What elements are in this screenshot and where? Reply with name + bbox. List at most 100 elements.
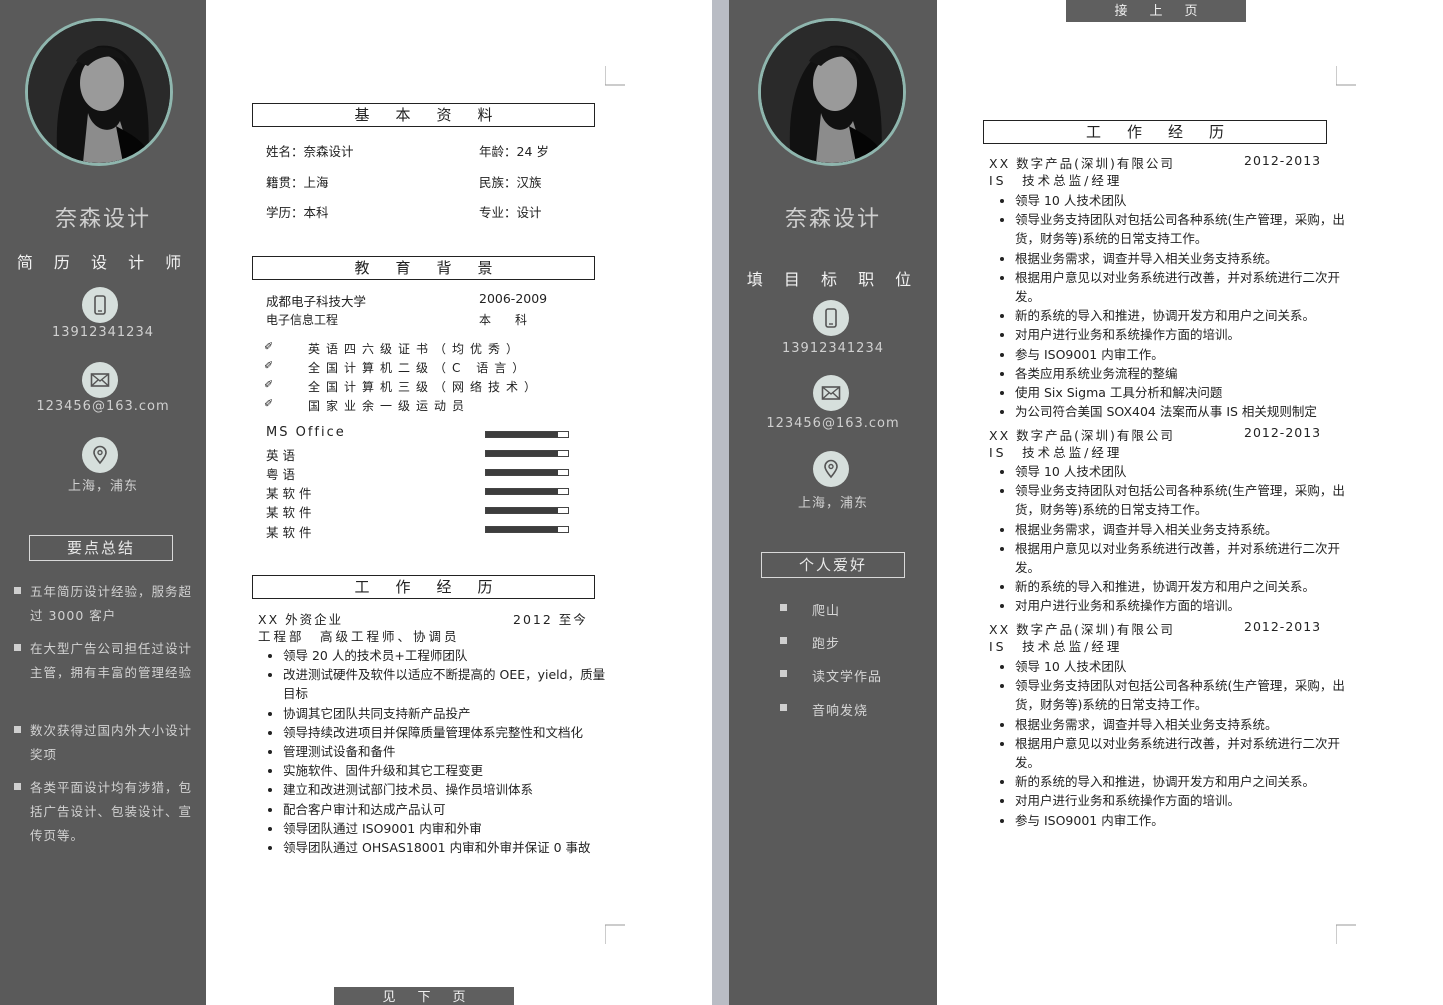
resume-page-2: 奈森设计 填 目 标 职 位 13912341234 123456@163.co…: [729, 0, 1443, 1005]
list-item: 根据业务需求，调查并导入相关业务支持系统。: [1015, 715, 1345, 734]
section-heading-basic: 基本资料: [252, 103, 595, 127]
hobby-heading: 个人爱好: [761, 552, 905, 578]
mail-icon: [82, 362, 118, 398]
summary-heading: 要点总结: [29, 535, 173, 561]
email-text: 123456@163.com: [36, 399, 170, 414]
hobby-item: 读文学作品: [812, 670, 883, 685]
info-name: 姓名：奈森设计: [266, 144, 354, 159]
location-pin-icon: [82, 437, 118, 473]
location-text: 上海，浦东: [67, 479, 138, 494]
section-heading-work: 工作经历: [983, 120, 1327, 144]
job-position: IS 技术总监/经理: [989, 173, 1123, 188]
list-item: 领导持续改进项目并保障质量管理体系完整性和文档化: [283, 723, 613, 742]
avatar: [25, 18, 173, 166]
margin-corner-mark: [1336, 66, 1356, 86]
cert-item: 国家业余一级运动员: [308, 399, 471, 413]
school-major: 电子信息工程: [266, 313, 339, 327]
list-item: 参与 ISO9001 内审工作。: [1015, 345, 1345, 364]
work-position: 工程部 高级工程师、协调员: [258, 629, 460, 644]
person-name: 奈森设计: [784, 207, 881, 232]
list-item: 对用户进行业务和系统操作方面的培训。: [1015, 791, 1345, 810]
skill-bar: [485, 431, 569, 438]
list-item: 建立和改进测试部门技术员、操作员培训体系: [283, 780, 613, 799]
list-item: 领导 10 人技术团队: [1015, 191, 1345, 210]
list-item: 领导 20 人的技术员+工程师团队: [283, 646, 613, 665]
phone-text: 13912341234: [52, 325, 154, 340]
hobby-item: 跑步: [812, 637, 841, 652]
phone-icon: [82, 287, 118, 323]
skill-bar: [485, 507, 569, 514]
section-heading-education: 教育背景: [252, 256, 595, 280]
cert-item: 英语四六级证书（均优秀）: [308, 342, 525, 356]
list-item: 领导 10 人技术团队: [1015, 657, 1345, 676]
job-duties: 领导 10 人技术团队 领导业务支持团队对包括公司各种系统(生产管理，采购，出货…: [995, 462, 1345, 616]
resume-page-1: 奈森设计 简 历 设 计 师 13912341234 123456@163.co…: [0, 0, 712, 1005]
work-duties: 领导 20 人的技术员+工程师团队 改进测试硬件及软件以适应不断提高的 OEE，…: [263, 646, 613, 857]
mail-icon: [813, 375, 849, 411]
bullet-square: [780, 704, 787, 711]
list-item: 配合客户审计和达成产品认可: [283, 800, 613, 819]
job-period: 2012-2013: [1244, 425, 1322, 440]
bullet-square: [780, 637, 787, 644]
info-education: 学历：本科: [266, 205, 329, 220]
list-item: 新的系统的导入和推进，协调开发方和用户之间关系。: [1015, 306, 1345, 325]
margin-corner-mark: [605, 66, 625, 86]
bullet-square: [780, 670, 787, 677]
list-item: 根据用户意见以对业务系统进行改善，并对系统进行二次开发。: [1015, 539, 1345, 577]
summary-item: 各类平面设计均有涉猎，包括广告设计、包装设计、宣传页等。: [30, 780, 193, 843]
list-item: 使用 Six Sigma 工具分析和解决问题: [1015, 383, 1345, 402]
list-item: 领导团队通过 OHSAS18001 内审和外审并保证 0 事故: [283, 838, 613, 857]
list-item: 协调其它团队共同支持新产品投产: [283, 704, 613, 723]
list-item: 参与 ISO9001 内审工作。: [1015, 811, 1345, 830]
work-period: 2012 至今: [513, 612, 588, 627]
list-item: 领导团队通过 ISO9001 内审和外审: [283, 819, 613, 838]
skill-label: 某软件: [266, 525, 316, 540]
summary-item: 数次获得过国内外大小设计奖项: [30, 723, 193, 762]
skill-bar: [485, 450, 569, 457]
list-item: 领导业务支持团队对包括公司各种系统(生产管理，采购，出货，财务等)系统的日常支持…: [1015, 481, 1345, 519]
list-item: 新的系统的导入和推进，协调开发方和用户之间关系。: [1015, 577, 1345, 596]
list-item: 对用户进行业务和系统操作方面的培训。: [1015, 325, 1345, 344]
margin-corner-mark: [1336, 924, 1356, 944]
bullet-square: [14, 783, 21, 790]
school-degree: 本 科: [479, 313, 528, 327]
info-origin: 籍贯：上海: [266, 175, 329, 190]
list-item: 为公司符合美国 SOX404 法案而从事 IS 相关规则制定: [1015, 402, 1345, 421]
phone-text: 13912341234: [782, 341, 884, 356]
target-position: 填 目 标 职 位: [746, 270, 920, 289]
section-heading-work: 工作经历: [252, 575, 595, 599]
list-item: 根据用户意见以对业务系统进行改善，并对系统进行二次开发。: [1015, 734, 1345, 772]
list-item: 根据业务需求，调查并导入相关业务支持系统。: [1015, 520, 1345, 539]
page-gap: [712, 0, 729, 1005]
job-period: 2012-2013: [1244, 153, 1322, 168]
avatar: [758, 18, 906, 166]
phone-icon: [813, 300, 849, 336]
pin-icon: ✐: [264, 359, 274, 372]
skill-label: MS Office: [266, 425, 346, 440]
info-age: 年龄：24 岁: [479, 144, 549, 159]
skill-bar: [485, 469, 569, 476]
job-title: 简 历 设 计 师: [16, 253, 190, 272]
hobby-item: 爬山: [812, 604, 841, 619]
school-name: 成都电子科技大学: [266, 294, 367, 309]
list-item: 各类应用系统业务流程的整编: [1015, 364, 1345, 383]
list-item: 领导业务支持团队对包括公司各种系统(生产管理，采购，出货，财务等)系统的日常支持…: [1015, 676, 1345, 714]
bullet-square: [14, 726, 21, 733]
pin-icon: ✐: [264, 378, 274, 391]
skill-label: 英语: [266, 448, 300, 463]
cert-item: 全国计算机三级（网络技术）: [308, 380, 543, 394]
location-pin-icon: [813, 451, 849, 487]
sidebar: 奈森设计 简 历 设 计 师 13912341234 123456@163.co…: [0, 0, 206, 1005]
summary-item: 在大型广告公司担任过设计主管，拥有丰富的管理经验: [30, 641, 193, 680]
list-item: 实施软件、固件升级和其它工程变更: [283, 761, 613, 780]
list-item: 根据业务需求，调查并导入相关业务支持系统。: [1015, 249, 1345, 268]
info-ethnic: 民族：汉族: [479, 175, 542, 190]
job-duties: 领导 10 人技术团队 领导业务支持团队对包括公司各种系统(生产管理，采购，出货…: [995, 657, 1345, 830]
school-years: 2006-2009: [479, 291, 548, 306]
list-item: 改进测试硬件及软件以适应不断提高的 OEE，yield，质量目标: [283, 665, 613, 703]
list-item: 根据用户意见以对业务系统进行改善，并对系统进行二次开发。: [1015, 268, 1345, 306]
email-text: 123456@163.com: [766, 416, 900, 431]
summary-item: 五年简历设计经验，服务超过 3000 客户: [30, 584, 193, 623]
list-item: 领导业务支持团队对包括公司各种系统(生产管理，采购，出货，财务等)系统的日常支持…: [1015, 210, 1345, 248]
pin-icon: ✐: [264, 340, 274, 353]
